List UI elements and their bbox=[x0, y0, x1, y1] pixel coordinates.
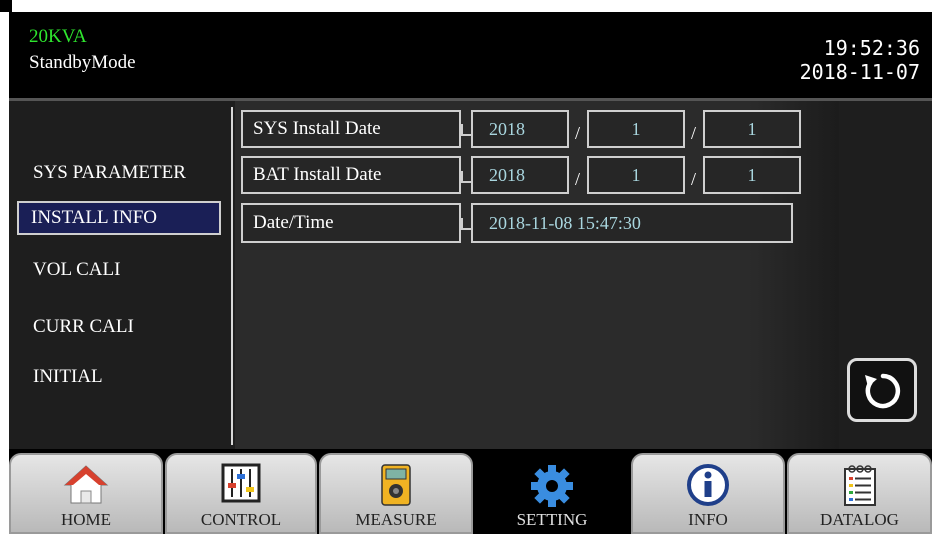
tab-info-label: INFO bbox=[688, 510, 728, 529]
sliders-icon bbox=[221, 463, 261, 503]
model-rating: 20KVA bbox=[29, 26, 87, 47]
tab-datalog[interactable]: DATALOG bbox=[787, 453, 932, 534]
operating-mode: StandbyMode bbox=[29, 52, 136, 73]
sys-install-day[interactable]: 1 bbox=[703, 110, 801, 148]
bat-install-year[interactable]: 2018 bbox=[471, 156, 569, 194]
multimeter-icon bbox=[381, 464, 411, 506]
clock: 19:52:36 2018-11-07 bbox=[800, 36, 920, 84]
tab-measure[interactable]: MEASURE bbox=[319, 453, 473, 534]
connector bbox=[461, 218, 463, 230]
bat-install-day[interactable]: 1 bbox=[703, 156, 801, 194]
sys-install-year[interactable]: 2018 bbox=[471, 110, 569, 148]
clock-time: 19:52:36 bbox=[823, 36, 920, 60]
ups-screen: 20KVA StandbyMode 19:52:36 2018-11-07 SY… bbox=[9, 12, 932, 534]
tab-control[interactable]: CONTROL bbox=[165, 453, 317, 534]
tab-datalog-label: DATALOG bbox=[820, 510, 899, 529]
tab-home[interactable]: HOME bbox=[9, 453, 163, 534]
home-icon bbox=[63, 465, 109, 504]
bat-install-month[interactable]: 1 bbox=[587, 156, 685, 194]
bat-install-date-label: BAT Install Date bbox=[241, 156, 461, 194]
back-button[interactable] bbox=[847, 358, 917, 422]
tab-control-label: CONTROL bbox=[200, 510, 282, 529]
date-separator: / bbox=[691, 123, 697, 143]
datetime-value[interactable]: 2018-11-08 15:47:30 bbox=[471, 203, 793, 243]
menu-item-sys-parameter[interactable]: SYS PARAMETER bbox=[17, 156, 221, 190]
sys-install-date-label: SYS Install Date bbox=[241, 110, 461, 148]
menu-item-curr-cali[interactable]: CURR CALI bbox=[17, 310, 221, 344]
sys-install-month[interactable]: 1 bbox=[587, 110, 685, 148]
date-separator: / bbox=[691, 169, 697, 189]
clock-date: 2018-11-07 bbox=[799, 60, 920, 84]
install-info-panel: SYS Install Date 2018 / 1 / 1 BAT Instal… bbox=[235, 101, 839, 449]
info-icon bbox=[687, 464, 729, 506]
bottom-nav: HOME CONTROL MEASURE SETTING INFO DATALO… bbox=[9, 449, 932, 534]
refresh-back-icon bbox=[865, 373, 901, 409]
status-header: 20KVA StandbyMode 19:52:36 2018-11-07 bbox=[9, 12, 932, 98]
menu-item-initial[interactable]: INITIAL bbox=[17, 360, 221, 394]
gear-icon bbox=[531, 465, 573, 507]
menu-item-install-info[interactable]: INSTALL INFO bbox=[17, 201, 221, 235]
notepad-icon bbox=[843, 465, 876, 506]
tab-info[interactable]: INFO bbox=[631, 453, 785, 534]
tab-home-label: HOME bbox=[60, 510, 112, 529]
datetime-label: Date/Time bbox=[241, 203, 461, 243]
date-separator: / bbox=[575, 169, 581, 189]
corner-mark bbox=[0, 0, 12, 12]
connector bbox=[461, 124, 463, 136]
tab-setting-label: SETTING bbox=[516, 510, 588, 529]
menu-divider bbox=[231, 107, 233, 445]
tab-measure-label: MEASURE bbox=[355, 510, 437, 529]
main-area: SYS PARAMETER INSTALL INFO VOL CALI CURR… bbox=[9, 101, 932, 449]
date-separator: / bbox=[575, 123, 581, 143]
tab-setting[interactable]: SETTING bbox=[475, 453, 629, 534]
connector bbox=[461, 171, 463, 183]
menu-item-vol-cali[interactable]: VOL CALI bbox=[17, 253, 221, 287]
settings-menu: SYS PARAMETER INSTALL INFO VOL CALI CURR… bbox=[9, 101, 231, 449]
